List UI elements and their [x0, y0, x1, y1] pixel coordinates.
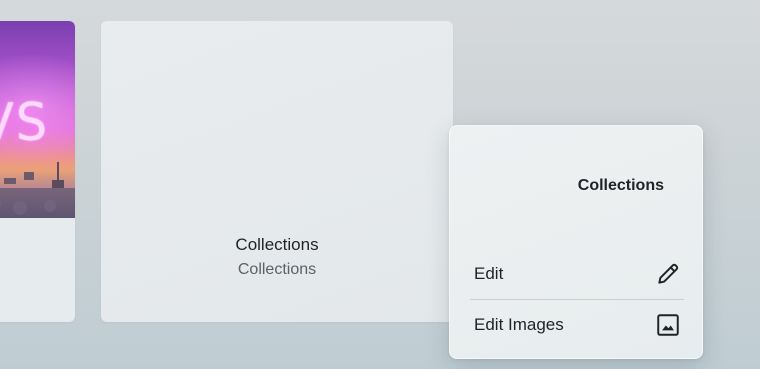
pencil-icon [654, 260, 682, 288]
collection-card-left[interactable]: VS [0, 21, 75, 322]
menu-item-label: Edit Images [474, 315, 564, 334]
menu-item-edit-images[interactable]: Edit Images [470, 300, 684, 350]
collection-card[interactable]: Collections Collections [101, 21, 453, 322]
context-menu: Collections Edit Edit Images [449, 125, 703, 359]
neon-sign-text: VS [0, 93, 49, 153]
context-menu-header: Collections [577, 177, 664, 194]
card-thumbnail-image: VS [0, 21, 75, 218]
menu-item-label: Edit [474, 264, 504, 283]
menu-item-edit[interactable]: Edit [470, 249, 684, 299]
image-icon [654, 311, 682, 339]
card-title: Collections [235, 235, 319, 254]
skyline-silhouette [0, 158, 75, 218]
card-subtitle: Collections [237, 261, 317, 278]
